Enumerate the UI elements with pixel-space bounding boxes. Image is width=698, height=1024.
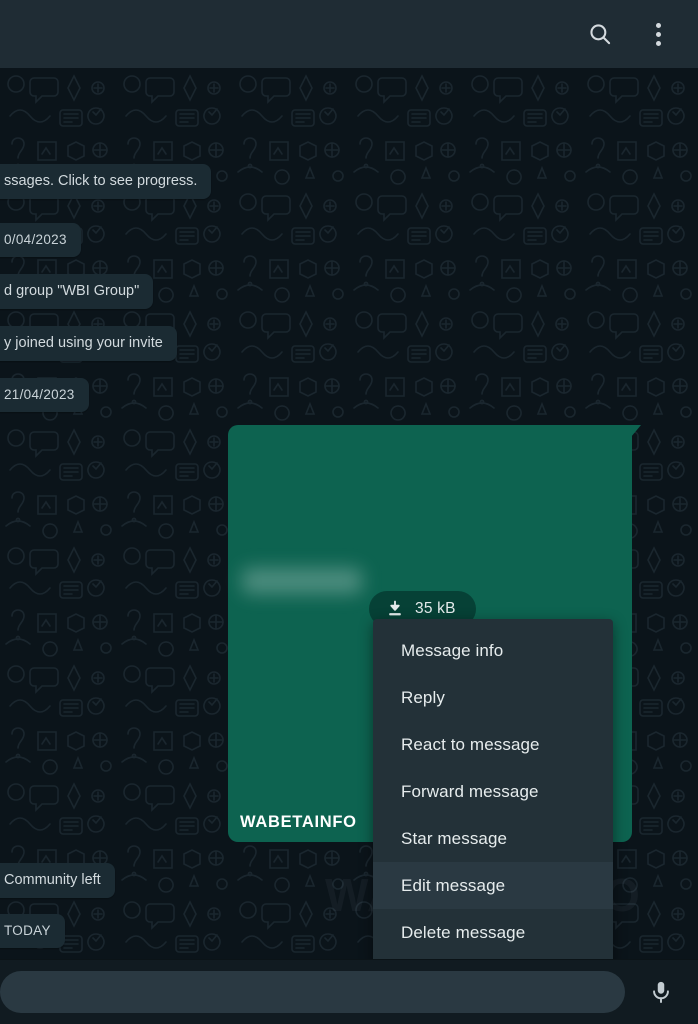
date-divider-pill: 21/04/2023 xyxy=(0,378,89,412)
attachment-size-label: 35 kB xyxy=(415,600,456,617)
more-vertical-icon xyxy=(655,22,661,46)
date-divider-pill: 0/04/2023 xyxy=(0,223,81,257)
whatsapp-chat-screen: WABETAINFO ssages. Click to see progress… xyxy=(0,0,698,1024)
context-menu-item[interactable]: Star message xyxy=(373,815,613,862)
message-input[interactable] xyxy=(0,971,625,1013)
system-message-pill: ssages. Click to see progress. xyxy=(0,164,212,199)
redacted-text-blur xyxy=(242,568,362,594)
system-message-pill: Community left xyxy=(0,863,115,898)
app-bar-actions xyxy=(578,0,698,68)
composer-divider xyxy=(0,959,698,960)
message-composer xyxy=(0,959,698,1024)
context-menu-item[interactable]: Forward message xyxy=(373,768,613,815)
message-caption: WABETAINFO xyxy=(240,813,357,831)
overflow-menu-button[interactable] xyxy=(636,12,680,56)
download-icon xyxy=(389,600,401,616)
context-menu-item[interactable]: Reply xyxy=(373,674,613,721)
bubble-tail xyxy=(631,425,641,437)
microphone-icon xyxy=(653,981,669,1003)
search-button[interactable] xyxy=(578,12,622,56)
system-message-pill: d group "WBI Group" xyxy=(0,274,154,309)
date-divider-pill: TODAY xyxy=(0,914,65,948)
chat-message-area: WABETAINFO ssages. Click to see progress… xyxy=(0,68,698,959)
context-menu-item[interactable]: Edit message xyxy=(373,862,613,909)
context-menu-item[interactable]: Message info xyxy=(373,627,613,674)
app-bar xyxy=(0,0,698,68)
context-menu-item[interactable]: React to message xyxy=(373,721,613,768)
context-menu-item[interactable]: Delete message xyxy=(373,909,613,956)
system-message-pill: y joined using your invite xyxy=(0,326,177,361)
search-icon xyxy=(590,24,611,45)
voice-record-button[interactable] xyxy=(640,971,682,1013)
message-context-menu[interactable]: Message info Reply React to message Forward… xyxy=(373,619,613,959)
